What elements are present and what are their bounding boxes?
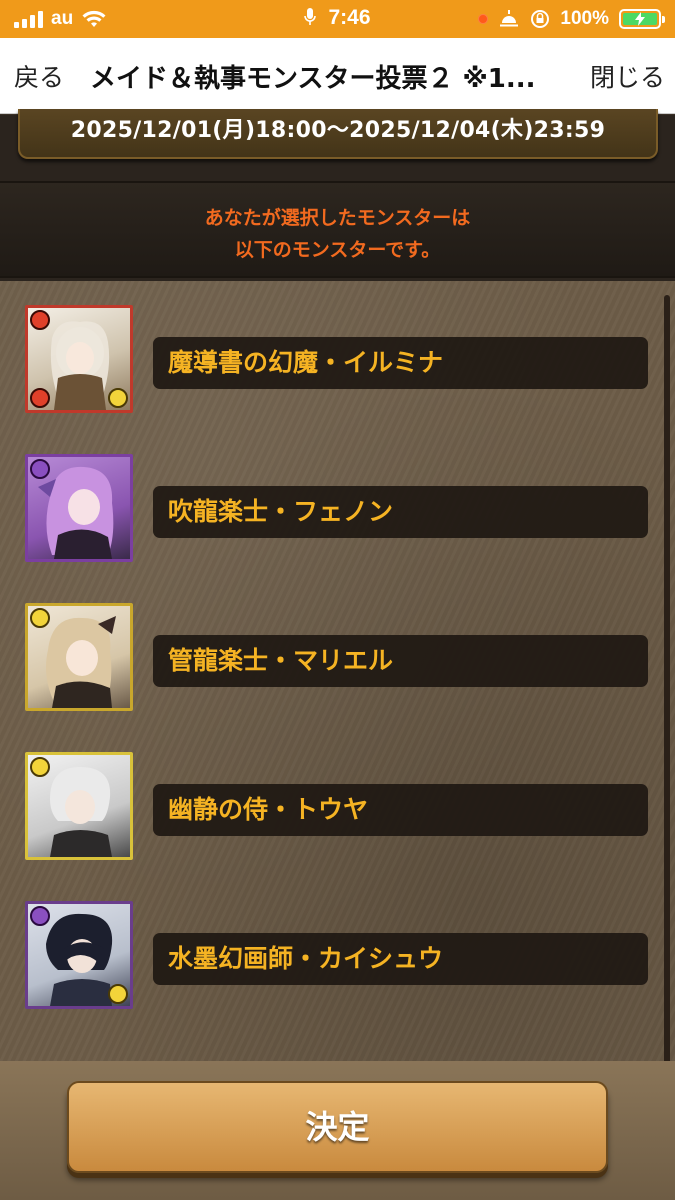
monster-portrait (25, 752, 133, 860)
monster-name: 魔導書の幻魔・イルミナ (153, 337, 648, 389)
monster-row[interactable]: 吹龍楽士・フェノン (0, 454, 675, 562)
selection-notice: あなたが選択したモンスターは 以下のモンスターです。 (0, 181, 675, 278)
close-button[interactable]: 閉じる (590, 58, 665, 94)
footer-bar: 決定 (0, 1061, 675, 1200)
monster-portrait (25, 603, 133, 711)
monster-name: 幽静の侍・トウヤ (153, 784, 648, 836)
orientation-lock-icon (531, 10, 550, 28)
monster-name: 吹龍楽士・フェノン (153, 486, 648, 538)
monster-portrait (25, 305, 133, 413)
alarm-icon (500, 10, 519, 27)
monster-list[interactable]: 魔導書の幻魔・イルミナ 吹龍楽士・フェノン 管龍楽士・マリエル 幽静の侍・トウヤ… (0, 281, 675, 1065)
notice-line: 以下のモンスターです。 (234, 239, 441, 261)
vote-confirmation-screen: 2025/12/01(月)18:00〜2025/12/04(木)23:59 あな… (0, 109, 675, 1200)
monster-name: 水墨幻画師・カイシュウ (153, 933, 648, 985)
vote-period-banner: 2025/12/01(月)18:00〜2025/12/04(木)23:59 (18, 109, 658, 159)
decide-button[interactable]: 決定 (67, 1081, 608, 1173)
monster-name: 管龍楽士・マリエル (153, 635, 648, 687)
nav-bar: 戻る メイド＆執事モンスター投票２ ※1... 閉じる (0, 38, 675, 114)
mic-icon (304, 8, 317, 25)
status-right: 100% (478, 7, 665, 31)
monster-row[interactable]: 幽静の侍・トウヤ (0, 752, 675, 860)
orange-dot-icon (478, 14, 489, 24)
battery-percent: 100% (560, 8, 609, 29)
battery-charging-icon (619, 9, 665, 29)
clock-time: 7:46 (328, 6, 371, 29)
monster-row[interactable]: 魔導書の幻魔・イルミナ (0, 305, 675, 413)
monster-portrait (25, 901, 133, 1009)
back-button[interactable]: 戻る (14, 58, 64, 94)
monster-portrait (25, 454, 133, 562)
monster-row[interactable]: 水墨幻画師・カイシュウ (0, 901, 675, 1009)
notice-line: あなたが選択したモンスターは (204, 207, 471, 229)
page-title: メイド＆執事モンスター投票２ ※1... (90, 64, 536, 94)
monster-row[interactable]: 管龍楽士・マリエル (0, 603, 675, 711)
status-bar: au 7:46 100% (0, 0, 675, 38)
